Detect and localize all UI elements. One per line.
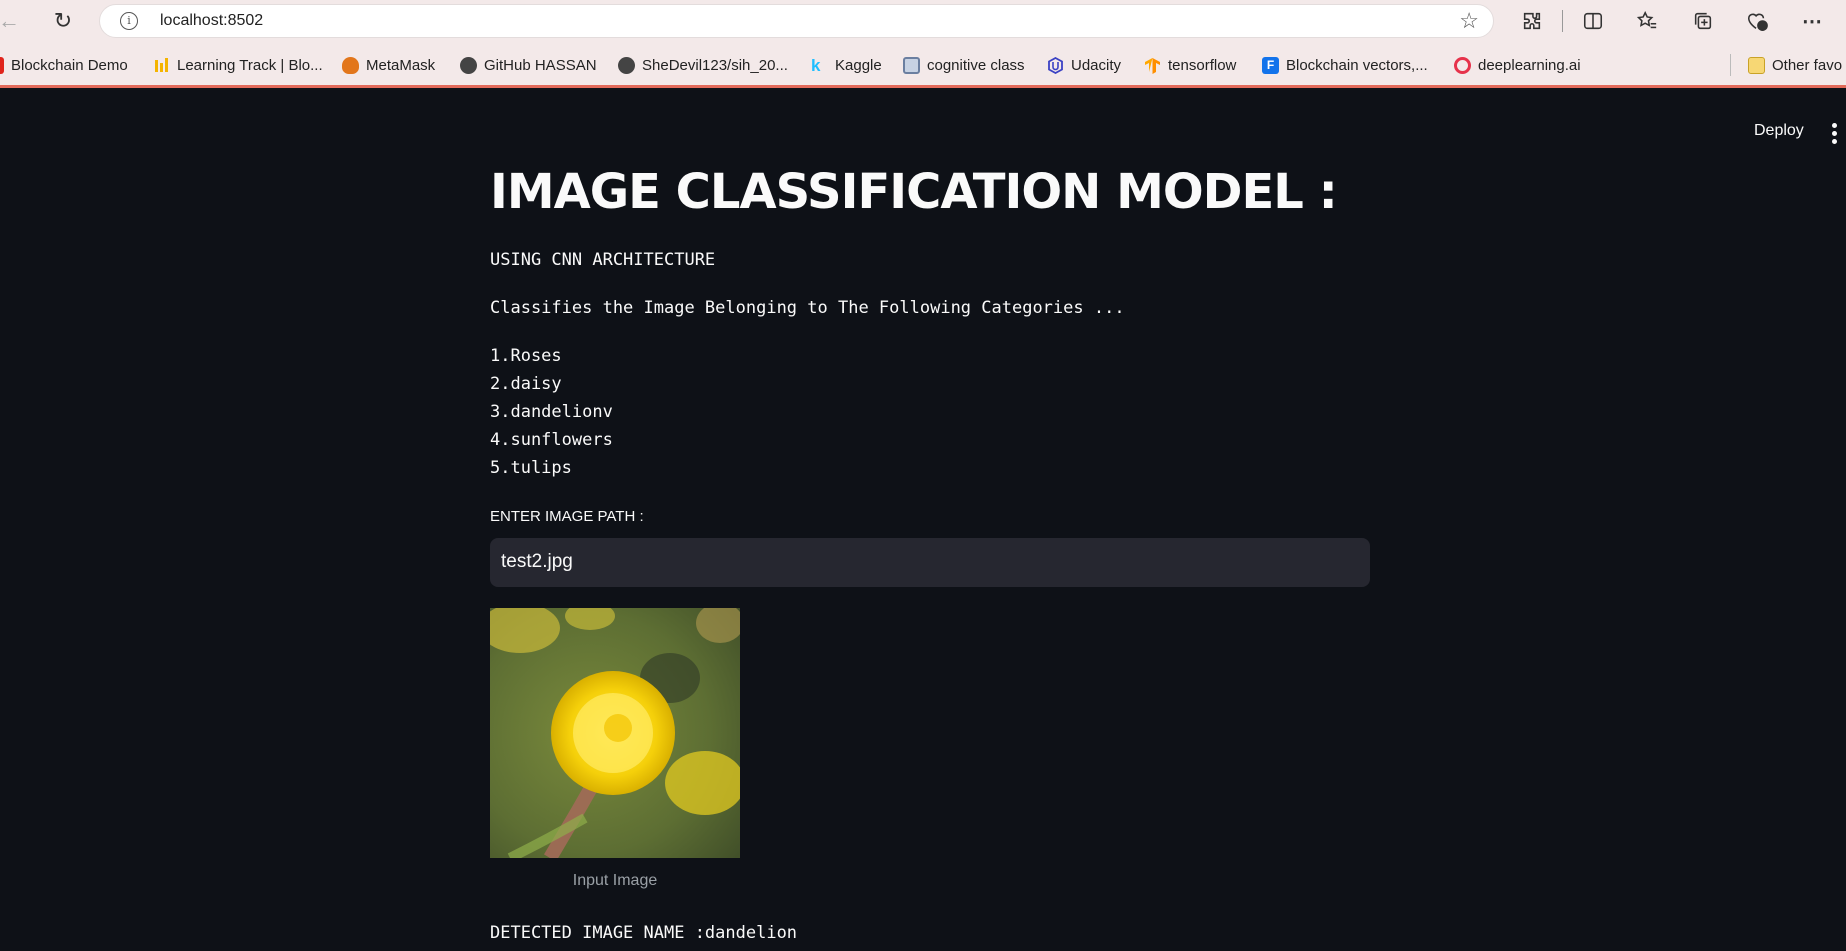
adobe-icon	[0, 56, 4, 74]
page-title: IMAGE CLASSIFICATION MODEL :	[490, 164, 1338, 220]
favorites-icon[interactable]	[1632, 6, 1662, 36]
tensorflow-icon	[1144, 57, 1161, 74]
category-item: 4.sunflowers	[490, 430, 613, 450]
bookmark-label: cognitive class	[927, 56, 1025, 74]
category-item: 5.tulips	[490, 458, 572, 478]
collections-icon[interactable]	[1688, 6, 1718, 36]
bookmark-learning-track[interactable]: Learning Track | Blo...	[153, 54, 323, 76]
bookmark-blockchain-vectors[interactable]: F Blockchain vectors,...	[1262, 54, 1428, 76]
subtitle: USING CNN ARCHITECTURE	[490, 250, 716, 270]
bars-icon	[153, 57, 170, 74]
bookmark-label: Kaggle	[835, 56, 882, 74]
input-image	[490, 608, 740, 858]
udacity-icon	[1047, 56, 1064, 74]
kaggle-icon: k	[811, 55, 821, 75]
toolbar-divider	[1562, 10, 1563, 32]
category-item: 3.dandelionv	[490, 402, 613, 422]
favorite-star-icon[interactable]: ☆	[1459, 8, 1479, 34]
bookmark-other-favorites[interactable]: Other favo	[1748, 54, 1842, 76]
split-screen-icon[interactable]	[1578, 6, 1608, 36]
bookmarks-bar: Blockchain Demo Learning Track | Blo... …	[0, 42, 1846, 88]
folder-icon	[1748, 56, 1765, 74]
fox-icon	[342, 56, 359, 74]
bookmark-label: SheDevil123/sih_20...	[642, 56, 788, 74]
detection-result: DETECTED IMAGE NAME :dandelion	[490, 923, 798, 943]
extensions-icon[interactable]	[1517, 6, 1547, 36]
bookmark-deeplearning[interactable]: deeplearning.ai	[1454, 54, 1581, 76]
refresh-icon[interactable]: ↻	[48, 6, 78, 36]
bookmark-cognitive-class[interactable]: cognitive class	[903, 54, 1025, 76]
bookmark-udacity[interactable]: Udacity	[1047, 54, 1121, 76]
deploy-button[interactable]: Deploy	[1754, 122, 1804, 140]
bookmark-blockchain-demo[interactable]: Blockchain Demo	[0, 54, 128, 76]
bookmark-shedevil[interactable]: SheDevil123/sih_20...	[618, 54, 788, 76]
back-arrow-icon[interactable]: ←	[0, 6, 24, 36]
bookmark-label: MetaMask	[366, 56, 436, 74]
cognitive-class-icon	[903, 56, 920, 74]
category-item: 2.daisy	[490, 374, 562, 394]
address-bar[interactable]: i localhost:8502 ☆	[99, 4, 1494, 38]
github-icon	[460, 56, 477, 74]
bookmark-label: Udacity	[1071, 56, 1122, 74]
browser-essentials-icon[interactable]	[1742, 6, 1772, 36]
bookmark-kaggle[interactable]: k Kaggle	[811, 54, 882, 76]
description: Classifies the Image Belonging to The Fo…	[490, 298, 1125, 318]
bookmark-label: Blockchain Demo	[11, 56, 128, 74]
freepik-icon: F	[1262, 56, 1279, 74]
bookmark-label: Learning Track | Blo...	[177, 56, 323, 74]
deeplearning-icon	[1454, 56, 1471, 74]
bookmark-metamask[interactable]: MetaMask	[342, 54, 435, 76]
more-options-icon[interactable]: ⋯	[1797, 6, 1827, 36]
browser-toolbar: ← ↻ i localhost:8502 ☆ ⋯	[0, 0, 1846, 42]
category-item: 1.Roses	[490, 346, 562, 366]
bookmark-label: Other favo	[1772, 56, 1843, 74]
bookmark-label: GitHub HASSAN	[484, 56, 597, 74]
bookmarks-divider	[1730, 54, 1731, 76]
bookmark-label: tensorflow	[1168, 56, 1237, 74]
bookmark-label: Blockchain vectors,...	[1286, 56, 1428, 74]
image-path-label: ENTER IMAGE PATH :	[490, 508, 644, 525]
image-path-input[interactable]: test2.jpg	[490, 538, 1370, 587]
github-icon	[618, 56, 635, 74]
site-info-icon[interactable]: i	[120, 12, 138, 30]
bookmark-tensorflow[interactable]: tensorflow	[1144, 54, 1236, 76]
url-text[interactable]: localhost:8502	[160, 12, 263, 30]
bookmark-label: deeplearning.ai	[1478, 56, 1581, 74]
main-menu-icon[interactable]	[1832, 123, 1838, 144]
image-caption: Input Image	[572, 872, 658, 889]
bookmark-github-hassan[interactable]: GitHub HASSAN	[460, 54, 597, 76]
